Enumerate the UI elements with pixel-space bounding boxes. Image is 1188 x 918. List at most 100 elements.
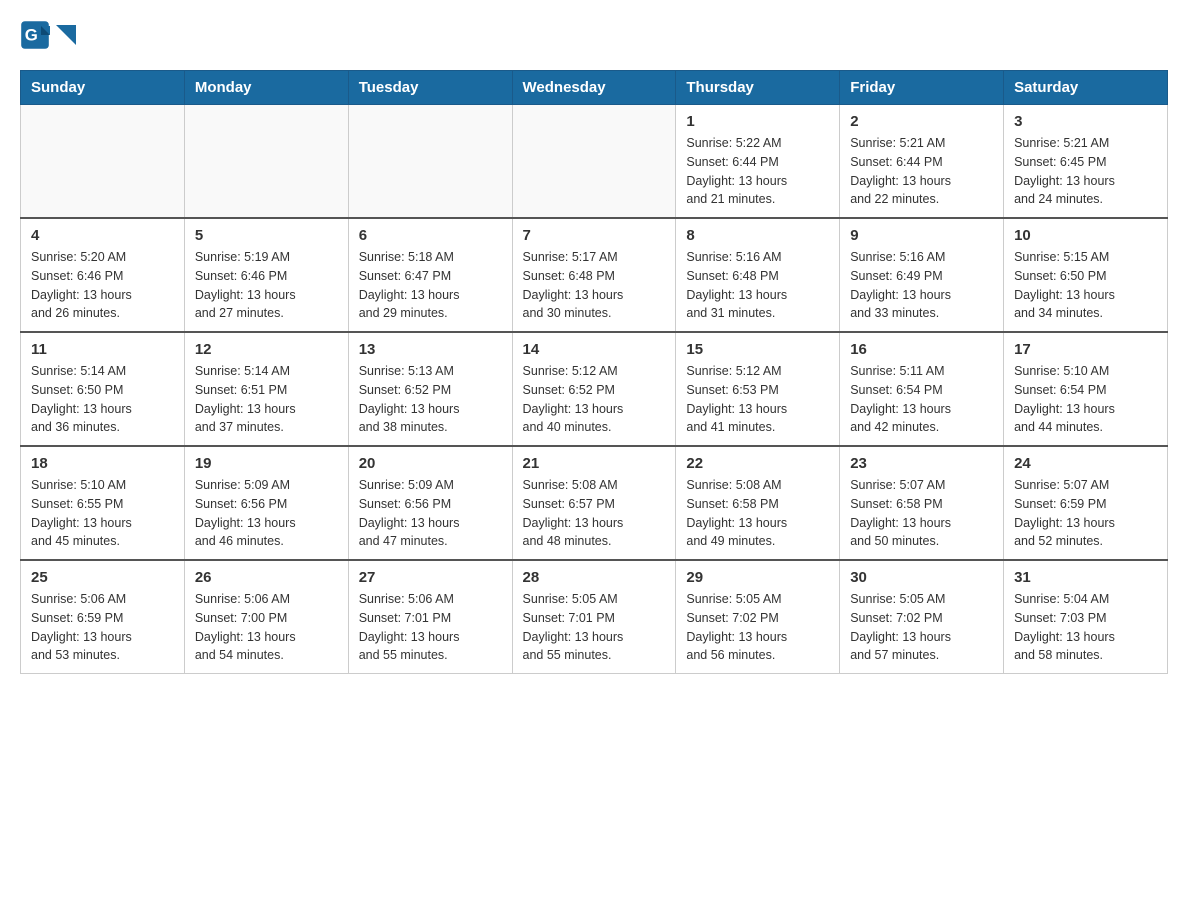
day-number: 25 xyxy=(31,569,174,586)
day-info: Sunrise: 5:16 AMSunset: 6:49 PMDaylight:… xyxy=(850,248,993,323)
day-number: 21 xyxy=(523,455,666,472)
calendar-cell: 18Sunrise: 5:10 AMSunset: 6:55 PMDayligh… xyxy=(21,446,185,560)
logo-arrow-icon xyxy=(56,25,76,45)
calendar-week-row: 25 Sunrise: 5:06 AMSunset: 6:59 PMDayligh… xyxy=(21,560,1168,674)
calendar-cell: 14Sunrise: 5:12 AMSunset: 6:52 PMDayligh… xyxy=(512,332,676,446)
day-number: 16 xyxy=(850,341,993,358)
calendar-cell: 6 Sunrise: 5:18 AMSunset: 6:47 PMDaylight… xyxy=(348,218,512,332)
day-number: 14 xyxy=(523,341,666,358)
logo: G xyxy=(20,20,76,50)
calendar-cell xyxy=(184,105,348,219)
day-number: 3 xyxy=(1014,113,1157,130)
day-number: 4 xyxy=(31,227,174,244)
day-number: 29 xyxy=(686,569,829,586)
header-tuesday: Tuesday xyxy=(348,71,512,105)
day-info: Sunrise: 5:14 AMSunset: 6:51 PMDaylight:… xyxy=(195,362,338,437)
calendar-cell: 29Sunrise: 5:05 AMSunset: 7:02 PMDayligh… xyxy=(676,560,840,674)
calendar-cell: 27Sunrise: 5:06 AMSunset: 7:01 PMDayligh… xyxy=(348,560,512,674)
calendar-cell: 15Sunrise: 5:12 AMSunset: 6:53 PMDayligh… xyxy=(676,332,840,446)
day-number: 31 xyxy=(1014,569,1157,586)
svg-text:G: G xyxy=(25,25,38,44)
day-info: Sunrise: 5:18 AMSunset: 6:47 PMDaylight:… xyxy=(359,248,502,323)
day-number: 11 xyxy=(31,341,174,358)
day-info: Sunrise: 5:07 AMSunset: 6:58 PMDaylight:… xyxy=(850,476,993,551)
calendar-week-row: 4 Sunrise: 5:20 AMSunset: 6:46 PMDaylight… xyxy=(21,218,1168,332)
day-number: 10 xyxy=(1014,227,1157,244)
day-info: Sunrise: 5:10 AMSunset: 6:55 PMDaylight:… xyxy=(31,476,174,551)
calendar-cell: 11 Sunrise: 5:14 AMSunset: 6:50 PMDayligh… xyxy=(21,332,185,446)
day-info: Sunrise: 5:17 AMSunset: 6:48 PMDaylight:… xyxy=(523,248,666,323)
day-info: Sunrise: 5:05 AMSunset: 7:01 PMDaylight:… xyxy=(523,590,666,665)
day-info: Sunrise: 5:07 AMSunset: 6:59 PMDaylight:… xyxy=(1014,476,1157,551)
day-number: 19 xyxy=(195,455,338,472)
day-number: 30 xyxy=(850,569,993,586)
header-wednesday: Wednesday xyxy=(512,71,676,105)
calendar-cell xyxy=(512,105,676,219)
calendar-cell: 19 Sunrise: 5:09 AMSunset: 6:56 PMDayligh… xyxy=(184,446,348,560)
day-info: Sunrise: 5:05 AMSunset: 7:02 PMDaylight:… xyxy=(850,590,993,665)
day-info: Sunrise: 5:09 AMSunset: 6:56 PMDaylight:… xyxy=(195,476,338,551)
day-number: 8 xyxy=(686,227,829,244)
day-number: 20 xyxy=(359,455,502,472)
day-info: Sunrise: 5:06 AMSunset: 6:59 PMDaylight:… xyxy=(31,590,174,665)
day-number: 24 xyxy=(1014,455,1157,472)
day-info: Sunrise: 5:13 AMSunset: 6:52 PMDaylight:… xyxy=(359,362,502,437)
calendar-cell: 20 Sunrise: 5:09 AMSunset: 6:56 PMDayligh… xyxy=(348,446,512,560)
calendar-week-row: 11 Sunrise: 5:14 AMSunset: 6:50 PMDayligh… xyxy=(21,332,1168,446)
calendar-cell: 28 Sunrise: 5:05 AMSunset: 7:01 PMDayligh… xyxy=(512,560,676,674)
calendar-cell: 2 Sunrise: 5:21 AMSunset: 6:44 PMDaylight… xyxy=(840,105,1004,219)
page-header: G xyxy=(20,20,1168,50)
calendar-cell xyxy=(348,105,512,219)
day-number: 23 xyxy=(850,455,993,472)
calendar-cell: 16 Sunrise: 5:11 AMSunset: 6:54 PMDayligh… xyxy=(840,332,1004,446)
day-number: 28 xyxy=(523,569,666,586)
calendar-cell: 25 Sunrise: 5:06 AMSunset: 6:59 PMDayligh… xyxy=(21,560,185,674)
calendar-cell: 22 Sunrise: 5:08 AMSunset: 6:58 PMDayligh… xyxy=(676,446,840,560)
day-info: Sunrise: 5:04 AMSunset: 7:03 PMDaylight:… xyxy=(1014,590,1157,665)
day-info: Sunrise: 5:14 AMSunset: 6:50 PMDaylight:… xyxy=(31,362,174,437)
calendar-cell: 24 Sunrise: 5:07 AMSunset: 6:59 PMDayligh… xyxy=(1004,446,1168,560)
day-info: Sunrise: 5:21 AMSunset: 6:44 PMDaylight:… xyxy=(850,134,993,209)
day-info: Sunrise: 5:11 AMSunset: 6:54 PMDaylight:… xyxy=(850,362,993,437)
day-info: Sunrise: 5:20 AMSunset: 6:46 PMDaylight:… xyxy=(31,248,174,323)
day-number: 15 xyxy=(686,341,829,358)
day-info: Sunrise: 5:06 AMSunset: 7:00 PMDaylight:… xyxy=(195,590,338,665)
calendar-header-row: SundayMondayTuesdayWednesdayThursdayFrid… xyxy=(21,71,1168,105)
day-number: 12 xyxy=(195,341,338,358)
header-friday: Friday xyxy=(840,71,1004,105)
day-number: 1 xyxy=(686,113,829,130)
calendar-cell: 10Sunrise: 5:15 AMSunset: 6:50 PMDayligh… xyxy=(1004,218,1168,332)
day-info: Sunrise: 5:10 AMSunset: 6:54 PMDaylight:… xyxy=(1014,362,1157,437)
calendar-cell: 31 Sunrise: 5:04 AMSunset: 7:03 PMDayligh… xyxy=(1004,560,1168,674)
calendar-cell: 7 Sunrise: 5:17 AMSunset: 6:48 PMDaylight… xyxy=(512,218,676,332)
day-number: 22 xyxy=(686,455,829,472)
calendar-cell: 4 Sunrise: 5:20 AMSunset: 6:46 PMDaylight… xyxy=(21,218,185,332)
calendar-cell: 5Sunrise: 5:19 AMSunset: 6:46 PMDaylight… xyxy=(184,218,348,332)
day-info: Sunrise: 5:09 AMSunset: 6:56 PMDaylight:… xyxy=(359,476,502,551)
day-number: 6 xyxy=(359,227,502,244)
header-sunday: Sunday xyxy=(21,71,185,105)
calendar-cell: 23 Sunrise: 5:07 AMSunset: 6:58 PMDayligh… xyxy=(840,446,1004,560)
day-info: Sunrise: 5:19 AMSunset: 6:46 PMDaylight:… xyxy=(195,248,338,323)
day-number: 26 xyxy=(195,569,338,586)
calendar-cell: 3 Sunrise: 5:21 AMSunset: 6:45 PMDaylight… xyxy=(1004,105,1168,219)
calendar-cell: 13Sunrise: 5:13 AMSunset: 6:52 PMDayligh… xyxy=(348,332,512,446)
calendar-cell: 8Sunrise: 5:16 AMSunset: 6:48 PMDaylight… xyxy=(676,218,840,332)
calendar-week-row: 18Sunrise: 5:10 AMSunset: 6:55 PMDayligh… xyxy=(21,446,1168,560)
header-thursday: Thursday xyxy=(676,71,840,105)
header-monday: Monday xyxy=(184,71,348,105)
day-number: 27 xyxy=(359,569,502,586)
day-info: Sunrise: 5:08 AMSunset: 6:57 PMDaylight:… xyxy=(523,476,666,551)
day-info: Sunrise: 5:22 AMSunset: 6:44 PMDaylight:… xyxy=(686,134,829,209)
calendar-cell: 21 Sunrise: 5:08 AMSunset: 6:57 PMDayligh… xyxy=(512,446,676,560)
header-saturday: Saturday xyxy=(1004,71,1168,105)
logo-icon: G xyxy=(20,20,50,50)
calendar-cell xyxy=(21,105,185,219)
day-number: 7 xyxy=(523,227,666,244)
calendar-cell: 12 Sunrise: 5:14 AMSunset: 6:51 PMDayligh… xyxy=(184,332,348,446)
day-number: 2 xyxy=(850,113,993,130)
day-info: Sunrise: 5:08 AMSunset: 6:58 PMDaylight:… xyxy=(686,476,829,551)
calendar-cell: 26 Sunrise: 5:06 AMSunset: 7:00 PMDayligh… xyxy=(184,560,348,674)
day-number: 17 xyxy=(1014,341,1157,358)
day-info: Sunrise: 5:21 AMSunset: 6:45 PMDaylight:… xyxy=(1014,134,1157,209)
